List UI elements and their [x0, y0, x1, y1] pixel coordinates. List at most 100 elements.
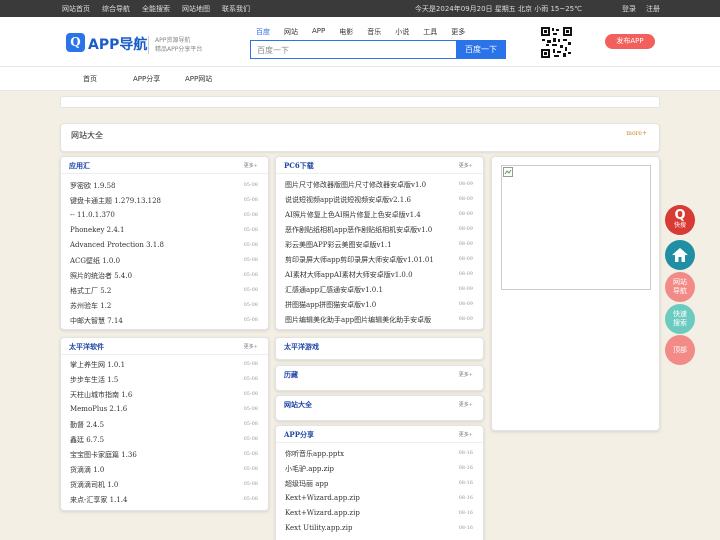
panel-title[interactable]: PC6下载: [284, 161, 314, 171]
back-to-top-button[interactable]: 顶部: [665, 335, 695, 365]
item-name[interactable]: 天柱山城市指南 1.6: [70, 390, 132, 400]
tab-web[interactable]: 网站: [284, 27, 298, 37]
topbar-link-search[interactable]: 全能搜索: [142, 4, 170, 14]
item-name[interactable]: Kext+Wizard.app.zip: [285, 509, 360, 517]
list-item[interactable]: Advanced Protection 3.1.8 05-08: [61, 238, 268, 253]
item-name[interactable]: 来点-汇享家 1.1.4: [70, 495, 127, 505]
item-name[interactable]: 货滴滴司机 1.0: [70, 480, 118, 490]
list-item[interactable]: 超级玛丽 app 08-16: [276, 476, 483, 491]
item-name[interactable]: 小毛驴.app.zip: [285, 464, 334, 474]
item-name[interactable]: 宝宝图卡家庭篇 1.36: [70, 450, 137, 460]
nav-app-share[interactable]: APP分享: [133, 74, 160, 84]
panel-title[interactable]: APP分享: [284, 430, 314, 440]
tab-more[interactable]: 更多: [451, 27, 465, 37]
item-name[interactable]: Kext Utility.app.zip: [285, 524, 352, 532]
list-item[interactable]: -- 11.0.1.370 05-08: [61, 208, 268, 223]
item-name[interactable]: 超级玛丽 app: [285, 479, 328, 489]
quick-search-side-button[interactable]: 快速 搜索: [665, 304, 695, 334]
login-link[interactable]: 登录: [622, 4, 636, 14]
item-name[interactable]: 格式工厂 5.2: [70, 286, 111, 296]
more-link[interactable]: 更多+: [244, 162, 258, 169]
broken-image-icon[interactable]: [501, 165, 651, 290]
tab-tools[interactable]: 工具: [423, 27, 437, 37]
list-item[interactable]: 照片的统治者 5.4.0 05-08: [61, 268, 268, 283]
list-item[interactable]: 货滴滴司机 1.0 05-08: [61, 477, 268, 492]
list-item[interactable]: 图片尺寸修改器版图片尺寸修改器安卓版v1.0 08-09: [276, 177, 483, 192]
tab-music[interactable]: 音乐: [367, 27, 381, 37]
topbar-link-contact[interactable]: 联系我们: [222, 4, 250, 14]
panel-title[interactable]: 太平洋软件: [69, 342, 104, 352]
list-item[interactable]: 剪印录屏大师app剪印录屏大师安卓版v1.01.01 08-09: [276, 252, 483, 267]
logo-icon[interactable]: Q: [66, 33, 85, 52]
panel-title[interactable]: 网站大全: [284, 400, 312, 410]
topbar-link-sitemap[interactable]: 网站地图: [182, 4, 210, 14]
nav-home[interactable]: 首页: [83, 74, 97, 84]
topbar-link-nav[interactable]: 综合导航: [102, 4, 130, 14]
item-name[interactable]: ACG壁纸 1.0.0: [70, 256, 120, 266]
item-name[interactable]: AI照片修复上色AI照片修复上色安卓版v1.4: [285, 210, 421, 220]
site-directory-more[interactable]: more+: [626, 130, 647, 137]
list-item[interactable]: 小毛驴.app.zip 08-16: [276, 461, 483, 476]
item-name[interactable]: -- 11.0.1.370: [70, 211, 115, 219]
publish-app-button[interactable]: 发布APP: [605, 34, 655, 49]
tab-baidu[interactable]: 百度: [256, 27, 270, 37]
list-item[interactable]: 苏州验车 1.2 05-08: [61, 298, 268, 313]
search-button[interactable]: 百度一下: [456, 40, 506, 59]
item-name[interactable]: 图片编辑美化助手app图片编辑美化助手安卓版: [285, 315, 431, 325]
item-name[interactable]: 剪印录屏大师app剪印录屏大师安卓版v1.01.01: [285, 255, 434, 265]
list-item[interactable]: MemoPlus 2.1.6 05-08: [61, 402, 268, 417]
home-button[interactable]: [665, 240, 695, 270]
list-item[interactable]: 来点-汇享家 1.1.4 05-08: [61, 492, 268, 507]
item-name[interactable]: 恶作剧贴纸相机app恶作剧贴纸相机安卓版v1.0: [285, 225, 432, 235]
item-name[interactable]: 勤督 2.4.5: [70, 420, 104, 430]
more-link[interactable]: 更多+: [459, 371, 473, 378]
logo[interactable]: APP导航: [88, 34, 147, 54]
list-item[interactable]: 掌上养生网 1.0.1 05-08: [61, 357, 268, 372]
item-name[interactable]: 键盘卡通主题 1.279.13.128: [70, 196, 161, 206]
item-name[interactable]: Advanced Protection 3.1.8: [70, 241, 164, 249]
item-name[interactable]: 罗密欧 1.9.58: [70, 181, 116, 191]
more-link[interactable]: 更多+: [459, 401, 473, 408]
list-item[interactable]: 鑫廷 6.7.5 05-08: [61, 432, 268, 447]
list-item[interactable]: 拼图猫app拼图猫安卓版v1.0 08-09: [276, 297, 483, 312]
tab-movie[interactable]: 电影: [339, 27, 353, 37]
item-name[interactable]: AI素材大师appAI素材大师安卓版v1.0.0: [285, 270, 413, 280]
item-name[interactable]: Kext+Wizard.app.zip: [285, 494, 360, 502]
quick-search-button[interactable]: Q 快搜: [665, 205, 695, 235]
list-item[interactable]: 货滴滴 1.0 05-08: [61, 462, 268, 477]
list-item[interactable]: Kext+Wizard.app.zip 08-16: [276, 506, 483, 521]
panel-title[interactable]: 太平洋游戏: [284, 342, 319, 352]
item-name[interactable]: 苏州验车 1.2: [70, 301, 111, 311]
item-name[interactable]: 掌上养生网 1.0.1: [70, 360, 125, 370]
list-item[interactable]: 恶作剧贴纸相机app恶作剧贴纸相机安卓版v1.0 08-09: [276, 222, 483, 237]
list-item[interactable]: 中邮大智慧 7.14 05-08: [61, 313, 268, 328]
item-name[interactable]: MemoPlus 2.1.6: [70, 405, 127, 413]
item-name[interactable]: 步步车生活 1.5: [70, 375, 118, 385]
site-nav-button[interactable]: 网站 导航: [665, 272, 695, 302]
panel-title[interactable]: 应用汇: [69, 161, 90, 171]
tab-app[interactable]: APP: [312, 27, 325, 37]
item-name[interactable]: 图片尺寸修改器版图片尺寸修改器安卓版v1.0: [285, 180, 426, 190]
list-item[interactable]: 说说短视频app说说短视频安卓版v2.1.6 08-09: [276, 192, 483, 207]
list-item[interactable]: AI素材大师appAI素材大师安卓版v1.0.0 08-09: [276, 267, 483, 282]
item-name[interactable]: 货滴滴 1.0: [70, 465, 104, 475]
list-item[interactable]: 步步车生活 1.5 05-08: [61, 372, 268, 387]
list-item[interactable]: Phonekey 2.4.1 05-08: [61, 223, 268, 238]
list-item[interactable]: 宝宝图卡家庭篇 1.36 05-08: [61, 447, 268, 462]
list-item[interactable]: 图片编辑美化助手app图片编辑美化助手安卓版 08-09: [276, 312, 483, 327]
more-link[interactable]: 更多+: [459, 431, 473, 438]
list-item[interactable]: 你听音乐app.pptx 08-16: [276, 446, 483, 461]
list-item[interactable]: 汇感通app汇感通安卓版v1.0.1 08-09: [276, 282, 483, 297]
more-link[interactable]: 更多+: [459, 162, 473, 169]
search-input[interactable]: 百度一下: [250, 40, 456, 59]
item-name[interactable]: 彩云美图APP彩云美图安卓版v1.1: [285, 240, 392, 250]
item-name[interactable]: 你听音乐app.pptx: [285, 449, 344, 459]
list-item[interactable]: Kext+Wizard.app.zip 08-16: [276, 491, 483, 506]
list-item[interactable]: 格式工厂 5.2 05-08: [61, 283, 268, 298]
more-link[interactable]: 更多+: [244, 343, 258, 350]
panel-title[interactable]: 历藏: [284, 370, 298, 380]
item-name[interactable]: 中邮大智慧 7.14: [70, 316, 123, 326]
list-item[interactable]: Kext Utility.app.zip 08-16: [276, 521, 483, 536]
item-name[interactable]: 照片的统治者 5.4.0: [70, 271, 132, 281]
item-name[interactable]: Phonekey 2.4.1: [70, 226, 124, 234]
